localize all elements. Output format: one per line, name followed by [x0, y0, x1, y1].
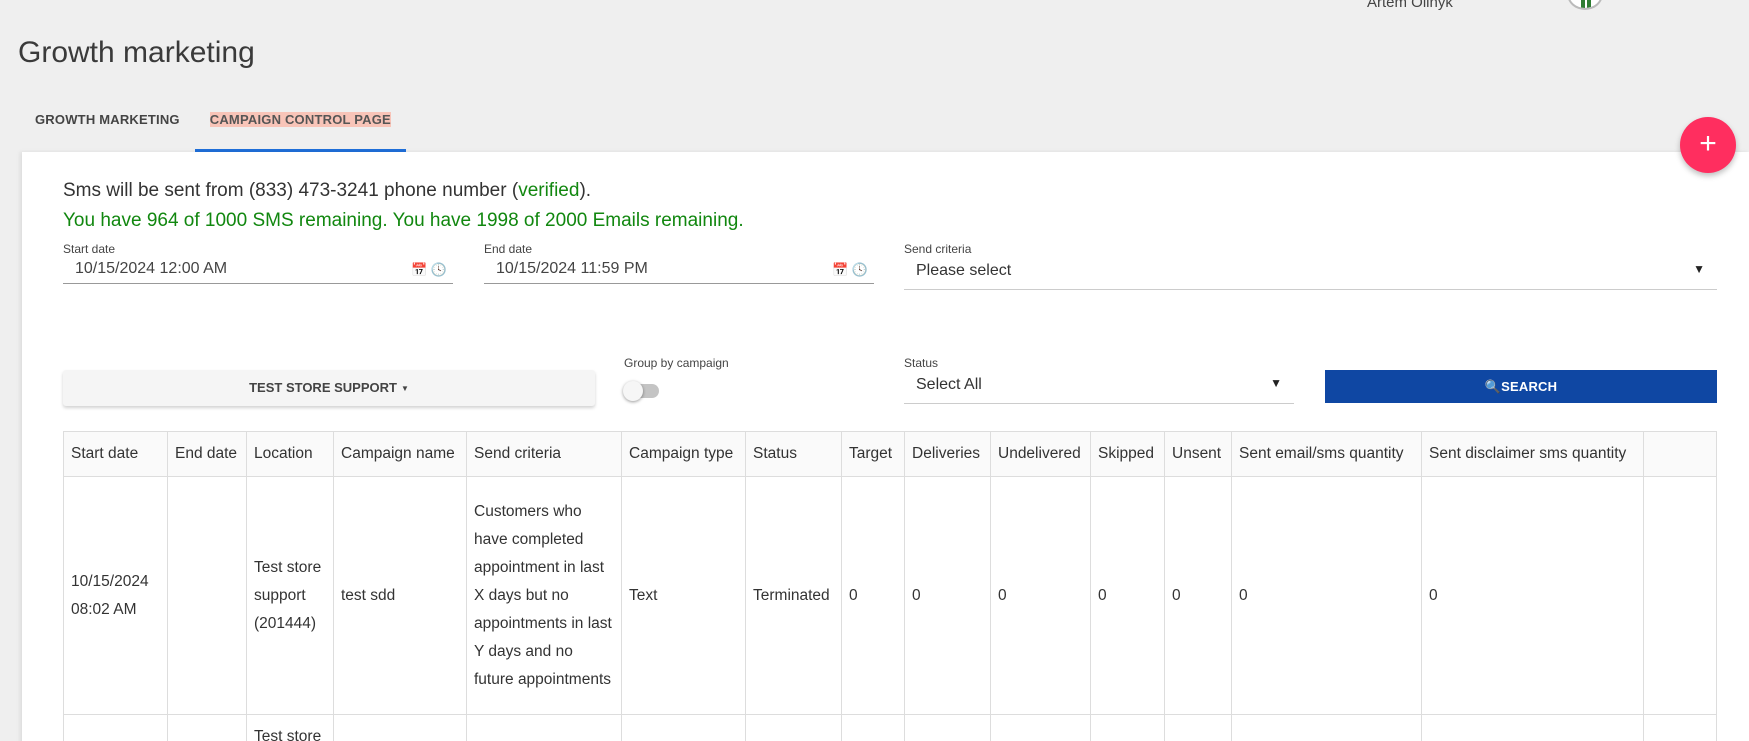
cell-sent-quantity	[1231, 714, 1422, 741]
cell-start-date	[63, 714, 168, 741]
end-date-input[interactable]: 10/15/2024 11:59 PM 📅 🕓	[484, 260, 874, 284]
caret-down-icon: ▼	[1693, 262, 1705, 276]
col-skipped[interactable]: Skipped	[1090, 431, 1165, 477]
search-button-label: SEARCH	[1501, 379, 1558, 394]
col-unsent[interactable]: Unsent	[1164, 431, 1232, 477]
cell-sent-disclaimer: 0	[1421, 476, 1644, 715]
cell-status	[745, 714, 842, 741]
cell-start-date: 10/15/2024 08:02 AM	[63, 476, 168, 715]
search-icon: 🔍	[1484, 379, 1502, 394]
table-header-row: Start date End date Location Campaign na…	[63, 431, 1717, 477]
group-by-campaign-label: Group by campaign	[624, 356, 729, 370]
start-date-input[interactable]: 10/15/2024 12:00 AM 📅 🕓	[63, 260, 453, 284]
store-selector-label: TEST STORE SUPPORT	[249, 380, 397, 395]
start-date-value: 10/15/2024 12:00 AM	[75, 260, 228, 277]
status-value: Select All	[916, 376, 982, 393]
sms-sender-prefix: Sms will be sent from (833) 473-3241 pho…	[63, 180, 519, 201]
cell-actions	[1643, 714, 1717, 741]
col-location[interactable]: Location	[246, 431, 334, 477]
verified-badge: verified	[518, 180, 580, 201]
cell-actions	[1643, 476, 1717, 715]
col-campaign-name[interactable]: Campaign name	[333, 431, 467, 477]
clock-icon[interactable]: 🕓	[431, 262, 447, 277]
status-select[interactable]: Select All ▼	[904, 374, 1294, 404]
cell-send-criteria: Customers who have completed appointment…	[466, 476, 622, 715]
calendar-icon[interactable]: 📅	[411, 262, 427, 277]
cell-unsent	[1164, 714, 1232, 741]
table-row[interactable]: Test store	[63, 714, 1717, 741]
col-send-criteria[interactable]: Send criteria	[466, 431, 622, 477]
search-button[interactable]: 🔍SEARCH	[1325, 370, 1717, 403]
cell-skipped: 0	[1090, 476, 1165, 715]
send-criteria-label: Send criteria	[904, 242, 972, 256]
tab-growth-marketing[interactable]: GROWTH MARKETING	[20, 100, 195, 152]
campaign-control-card: Sms will be sent from (833) 473-3241 pho…	[22, 152, 1749, 741]
cell-sent-quantity: 0	[1231, 476, 1422, 715]
end-date-label: End date	[484, 242, 533, 256]
cell-end-date	[167, 476, 247, 715]
cell-deliveries	[904, 714, 991, 741]
cell-location: Test store	[246, 714, 334, 741]
sms-sender-info: Sms will be sent from (833) 473-3241 pho…	[63, 180, 591, 202]
send-criteria-select[interactable]: Please select ▼	[904, 260, 1717, 290]
tab-label: CAMPAIGN CONTROL PAGE	[209, 112, 391, 127]
tab-bar: GROWTH MARKETING CAMPAIGN CONTROL PAGE	[20, 100, 407, 152]
avatar[interactable]	[1567, 0, 1603, 10]
col-end-date[interactable]: End date	[167, 431, 247, 477]
clock-icon[interactable]: 🕓	[852, 262, 868, 277]
col-undelivered[interactable]: Undelivered	[990, 431, 1091, 477]
send-criteria-value: Please select	[916, 262, 1012, 279]
cell-status: Terminated	[745, 476, 842, 715]
start-date-label: Start date	[63, 242, 116, 256]
table-row[interactable]: 10/15/2024 08:02 AM Test store support (…	[63, 476, 1717, 715]
status-label: Status	[904, 356, 939, 370]
cell-location: Test store support (201444)	[246, 476, 334, 715]
cell-skipped	[1090, 714, 1165, 741]
cell-campaign-type	[621, 714, 746, 741]
col-sent-quantity[interactable]: Sent email/sms quantity	[1231, 431, 1422, 477]
cell-undelivered: 0	[990, 476, 1091, 715]
col-status[interactable]: Status	[745, 431, 842, 477]
cell-unsent: 0	[1164, 476, 1232, 715]
cell-campaign-name: test sdd	[333, 476, 467, 715]
cell-deliveries: 0	[904, 476, 991, 715]
cell-campaign-type: Text	[621, 476, 746, 715]
remaining-quota: You have 964 of 1000 SMS remaining. You …	[63, 210, 744, 231]
col-deliveries[interactable]: Deliveries	[904, 431, 991, 477]
add-campaign-button[interactable]: +	[1680, 117, 1736, 173]
user-name[interactable]: Artem Olinyk	[1367, 0, 1453, 11]
cell-campaign-name	[333, 714, 467, 741]
col-sent-disclaimer[interactable]: Sent disclaimer sms quantity	[1421, 431, 1644, 477]
cell-end-date	[167, 714, 247, 741]
cell-undelivered	[990, 714, 1091, 741]
col-start-date[interactable]: Start date	[63, 431, 168, 477]
calendar-icon[interactable]: 📅	[832, 262, 848, 277]
col-actions	[1643, 431, 1717, 477]
end-date-value: 10/15/2024 11:59 PM	[496, 260, 648, 277]
caret-down-icon: ▼	[400, 383, 409, 393]
campaign-table: Start date End date Location Campaign na…	[63, 431, 1717, 741]
page-title: Growth marketing	[18, 36, 255, 69]
group-by-campaign-toggle[interactable]	[623, 381, 659, 401]
cell-target: 0	[841, 476, 905, 715]
cell-sent-disclaimer	[1421, 714, 1644, 741]
tab-label: GROWTH MARKETING	[35, 112, 180, 127]
caret-down-icon: ▼	[1270, 376, 1282, 390]
flag-icon	[1581, 0, 1591, 8]
sms-sender-suffix: ).	[579, 180, 592, 201]
cell-target	[841, 714, 905, 741]
store-selector-button[interactable]: TEST STORE SUPPORT ▼	[63, 370, 595, 406]
col-target[interactable]: Target	[841, 431, 905, 477]
toggle-knob	[623, 381, 643, 401]
col-campaign-type[interactable]: Campaign type	[621, 431, 746, 477]
cell-send-criteria	[466, 714, 622, 741]
tab-campaign-control-page[interactable]: CAMPAIGN CONTROL PAGE	[194, 100, 407, 152]
